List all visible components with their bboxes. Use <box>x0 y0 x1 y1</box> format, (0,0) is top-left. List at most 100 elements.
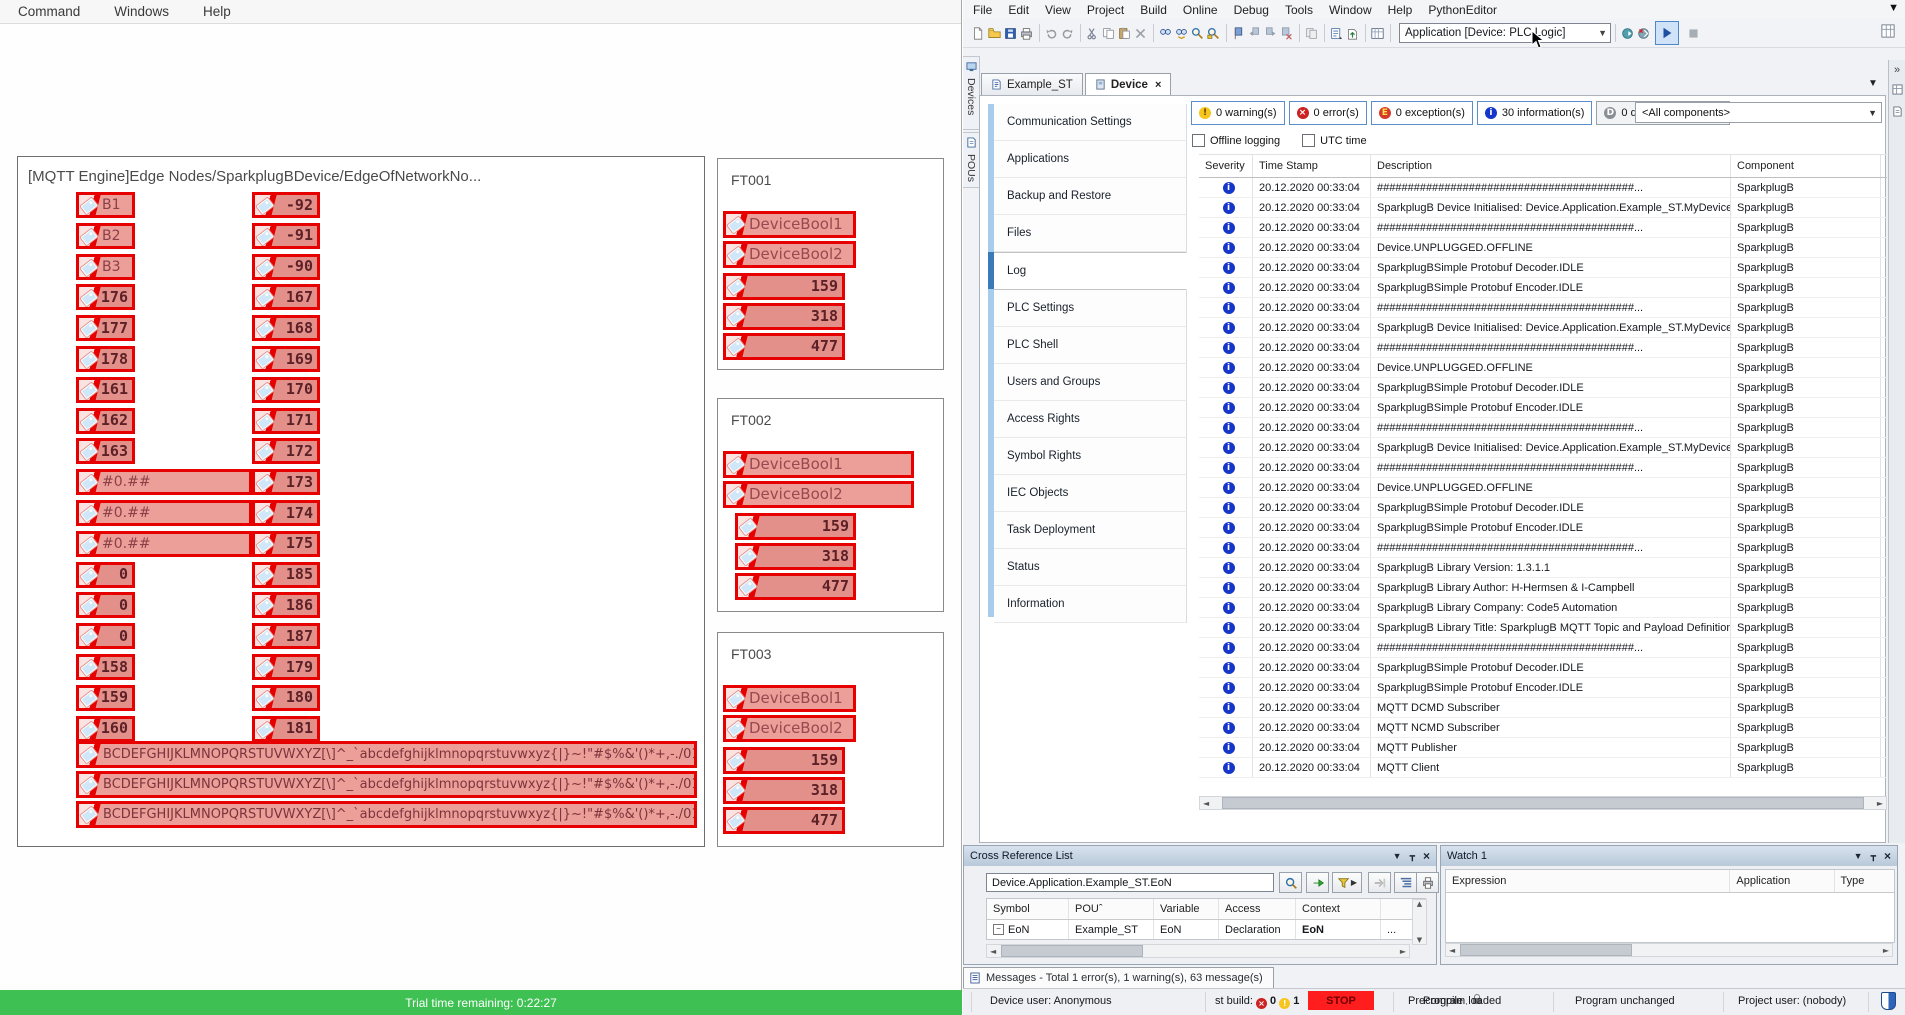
menu-item-help[interactable]: Help <box>1388 3 1413 17</box>
xref-col-access[interactable]: Access <box>1219 899 1296 919</box>
mqtt-tag[interactable]: #0.## <box>76 531 252 557</box>
logout-icon[interactable] <box>1636 25 1651 41</box>
log-row[interactable]: i20.12.2020 00:33:04####################… <box>1199 538 1887 558</box>
new-file-icon[interactable] <box>971 25 986 41</box>
log-row[interactable]: i20.12.2020 00:33:04SparkplugB Library T… <box>1199 618 1887 638</box>
log-row[interactable]: i20.12.2020 00:33:04Device.UNPLUGGED.OFF… <box>1199 478 1887 498</box>
mqtt-tag[interactable]: 185 <box>252 562 320 588</box>
mqtt-tag[interactable]: 173 <box>252 469 320 495</box>
goto-position-icon[interactable] <box>1368 872 1391 893</box>
mqtt-tag[interactable]: 0 <box>76 623 135 649</box>
log-row[interactable]: i20.12.2020 00:33:04####################… <box>1199 638 1887 658</box>
ft-value-tag[interactable]: 159 <box>723 273 845 300</box>
nav-item-plc-settings[interactable]: PLC Settings <box>994 290 1187 327</box>
ft-value-tag[interactable]: 318 <box>723 303 845 330</box>
mqtt-tag[interactable]: B1 <box>76 192 135 218</box>
menu-item-windows[interactable]: Windows <box>114 4 169 19</box>
execute-icon[interactable] <box>1306 872 1329 893</box>
collapse-icon[interactable]: − <box>993 924 1004 935</box>
log-row[interactable]: i20.12.2020 00:33:04####################… <box>1199 458 1887 478</box>
fil-exception-button[interactable]: E0 exception(s) <box>1371 101 1473 125</box>
open-file-icon[interactable] <box>987 25 1002 41</box>
log-row[interactable]: i20.12.2020 00:33:04SparkplugB Device In… <box>1199 318 1887 338</box>
log-row[interactable]: i20.12.2020 00:33:04SparkplugB Library V… <box>1199 558 1887 578</box>
delete-icon[interactable] <box>1133 25 1148 41</box>
copy-icon[interactable] <box>1101 25 1116 41</box>
mqtt-tag[interactable]: -91 <box>252 223 320 249</box>
log-row[interactable]: i20.12.2020 00:33:04SparkplugBSimple Pro… <box>1199 258 1887 278</box>
menu-item-help[interactable]: Help <box>203 4 231 19</box>
ft-value-tag[interactable]: 477 <box>723 807 845 834</box>
log-row[interactable]: i20.12.2020 00:33:04####################… <box>1199 338 1887 358</box>
mqtt-tag[interactable]: #0.## <box>76 469 252 495</box>
log-horizontal-scrollbar[interactable]: ◄ ► <box>1199 796 1887 810</box>
menu-item-edit[interactable]: Edit <box>1008 3 1029 17</box>
log-row[interactable]: i20.12.2020 00:33:04SparkplugB Device In… <box>1199 198 1887 218</box>
login-icon[interactable] <box>1620 25 1635 41</box>
toolbox-grid-icon[interactable] <box>1881 24 1895 41</box>
mqtt-tag[interactable]: 161 <box>76 377 135 403</box>
panel-close-icon[interactable]: × <box>1423 849 1430 863</box>
mqtt-tag[interactable]: 187 <box>252 623 320 649</box>
ft-value-tag[interactable]: 159 <box>735 513 856 540</box>
toolbox-tab-icon[interactable] <box>1892 84 1903 98</box>
mqtt-tag[interactable]: 181 <box>252 716 320 742</box>
xref-col-symbol[interactable]: Symbol <box>987 899 1069 919</box>
log-row[interactable]: i20.12.2020 00:33:04####################… <box>1199 178 1887 198</box>
mqtt-tag[interactable]: 159 <box>76 685 135 711</box>
panel-menu-caret-icon[interactable]: ▼ <box>1393 851 1402 861</box>
find-next-icon[interactable] <box>1174 25 1189 41</box>
ft-bool-tag[interactable]: DeviceBool1 <box>723 685 856 712</box>
watch-col-expression[interactable]: Expression <box>1446 870 1730 892</box>
menu-item-project[interactable]: Project <box>1087 3 1124 17</box>
export-icon[interactable] <box>1345 25 1360 41</box>
window-menu-caret-icon[interactable]: ▼ <box>1888 2 1899 14</box>
xref-vertical-scrollbar[interactable]: ▲▼ <box>1412 899 1427 945</box>
nav-item-information[interactable]: Information <box>994 586 1187 623</box>
mqtt-tag[interactable]: 162 <box>76 408 135 434</box>
stop-button[interactable] <box>1682 22 1704 44</box>
mqtt-string-tag[interactable]: BCDEFGHIJKLMNOPQRSTUVWXYZ[\]^_`abcdefghi… <box>76 771 697 798</box>
mqtt-tag[interactable]: 158 <box>76 654 135 680</box>
mqtt-tag[interactable]: B2 <box>76 223 135 249</box>
search-icon[interactable] <box>1279 872 1302 893</box>
xref-col-pou[interactable]: POU ˆ <box>1069 899 1154 919</box>
combo-caret-icon[interactable]: ▼ <box>1598 28 1607 38</box>
ft-bool-tag[interactable]: DeviceBool1 <box>723 211 856 238</box>
menu-item-build[interactable]: Build <box>1140 3 1167 17</box>
ft-value-tag[interactable]: 318 <box>723 777 845 804</box>
menu-item-debug[interactable]: Debug <box>1234 3 1269 17</box>
scroll-left-icon[interactable]: ◄ <box>1200 799 1212 808</box>
xref-col-variable[interactable]: Variable <box>1154 899 1219 919</box>
nav-item-iec-objects[interactable]: IEC Objects <box>994 475 1187 512</box>
sidebar-tab-pous[interactable]: POUs <box>963 132 980 188</box>
fil-warning-button[interactable]: !0 warning(s) <box>1191 101 1285 125</box>
nav-item-task-deployment[interactable]: Task Deployment <box>994 512 1187 549</box>
log-row[interactable]: i20.12.2020 00:33:04MQTT NCMD Subscriber… <box>1199 718 1887 738</box>
fil-information-button[interactable]: i30 information(s) <box>1477 101 1593 125</box>
paste-icon[interactable] <box>1117 25 1132 41</box>
print-icon[interactable] <box>1416 872 1439 893</box>
log-row[interactable]: i20.12.2020 00:33:04SparkplugB Device In… <box>1199 438 1887 458</box>
menu-item-command[interactable]: Command <box>18 4 80 19</box>
copy-special-icon[interactable] <box>1304 25 1319 41</box>
bookmarks-clear-icon[interactable] <box>1279 25 1294 41</box>
mqtt-tag[interactable]: 176 <box>76 284 135 310</box>
undo-icon[interactable] <box>1044 25 1059 41</box>
log-row[interactable]: i20.12.2020 00:33:04MQTT PublisherSparkp… <box>1199 738 1887 758</box>
redo-icon[interactable] <box>1060 25 1075 41</box>
mqtt-tag[interactable]: 170 <box>252 377 320 403</box>
nav-item-applications[interactable]: Applications <box>994 141 1187 178</box>
log-row[interactable]: i20.12.2020 00:33:04####################… <box>1199 418 1887 438</box>
menu-item-window[interactable]: Window <box>1329 3 1372 17</box>
nav-item-symbol-rights[interactable]: Symbol Rights <box>994 438 1187 475</box>
combo-caret-icon[interactable]: ▼ <box>1868 108 1877 118</box>
cross-reference-search-input[interactable]: Device.Application.Example_ST.EoN <box>986 873 1274 892</box>
tab-example-st[interactable]: Example_ST <box>981 73 1083 95</box>
expand-strip-icon[interactable]: » <box>1894 64 1900 76</box>
log-row[interactable]: i20.12.2020 00:33:04SparkplugBSimple Pro… <box>1199 398 1887 418</box>
log-row[interactable]: i20.12.2020 00:33:04SparkplugB Library A… <box>1199 578 1887 598</box>
mqtt-string-tag[interactable]: BCDEFGHIJKLMNOPQRSTUVWXYZ[\]^_`abcdefghi… <box>76 741 697 768</box>
log-row[interactable]: i20.12.2020 00:33:04SparkplugB Library C… <box>1199 598 1887 618</box>
properties-tab-icon[interactable] <box>1892 106 1903 120</box>
